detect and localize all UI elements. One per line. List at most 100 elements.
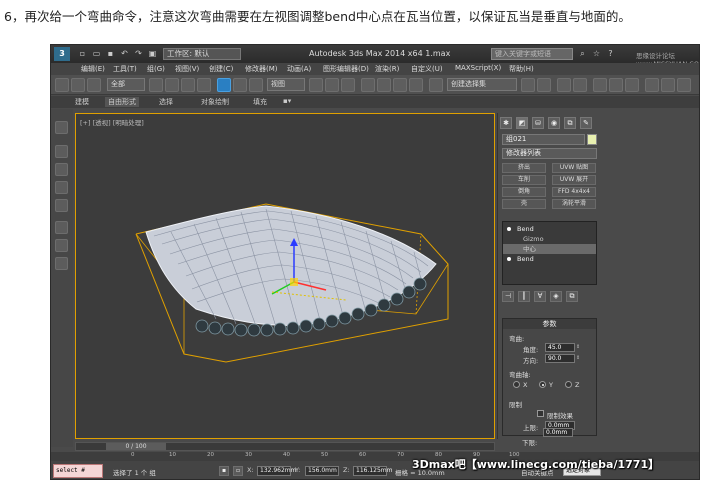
modifier-button-bevel[interactable]: 倒角	[502, 187, 546, 197]
modifier-list-dropdown[interactable]: 修改器列表	[502, 148, 597, 159]
app-logo[interactable]: 3	[54, 47, 70, 61]
time-slider-thumb[interactable]: 0 / 100	[106, 443, 166, 450]
select-object-icon[interactable]	[149, 78, 163, 92]
z-coordinate-field[interactable]: 116.125mm	[353, 466, 393, 476]
ribbon-tab-selection[interactable]: 选择	[159, 97, 173, 107]
axis-y-radio[interactable]	[539, 381, 546, 388]
ribbon-tab-modeling[interactable]: 建模	[75, 97, 89, 107]
keyboard-shortcut-icon[interactable]	[341, 78, 355, 92]
ribbon-options-icon[interactable]: ▪▾	[283, 97, 291, 105]
bind-spacewarp-icon[interactable]	[87, 78, 101, 92]
menu-graph-editors[interactable]: 图形编辑器(D)	[323, 64, 369, 74]
motion-tab-icon[interactable]: ◉	[548, 117, 560, 129]
rollout-title[interactable]: 参数	[503, 319, 596, 329]
angle-spinner[interactable]: 45.0	[545, 343, 575, 352]
stack-item-bend[interactable]: Bend	[503, 224, 596, 234]
search-input[interactable]: 键入关键字或短语	[491, 48, 573, 60]
ref-coord-dropdown[interactable]: 视图	[267, 78, 305, 91]
render-setup-icon[interactable]	[645, 78, 659, 92]
lower-limit-spinner[interactable]: 0.0mm	[543, 428, 573, 437]
stack-item-gizmo[interactable]: Gizmo	[503, 234, 596, 244]
perspective-viewport[interactable]: [+] [透视] [明暗处理]	[75, 113, 495, 439]
object-color-swatch[interactable]	[587, 134, 597, 145]
angle-snap-icon[interactable]	[377, 78, 391, 92]
open-file-icon[interactable]: ▭	[91, 48, 102, 59]
maxscript-listener[interactable]: select #($Line	[53, 464, 103, 478]
menu-maxscript[interactable]: MAXScript(X)	[455, 64, 501, 72]
rect-selection-icon[interactable]	[181, 78, 195, 92]
star-icon[interactable]: ☆	[591, 48, 602, 59]
ribbon-tab-freeform[interactable]: 自由形式	[105, 97, 139, 107]
stack-item-center[interactable]: 中心	[503, 244, 596, 254]
menu-tools[interactable]: 工具(T)	[113, 64, 137, 74]
menu-rendering[interactable]: 渲染(R)	[375, 64, 399, 74]
save-file-icon[interactable]: ▪	[105, 48, 116, 59]
modify-tab-icon[interactable]: ◩	[516, 117, 528, 129]
direction-spinner[interactable]: 90.0	[545, 354, 575, 363]
pin-stack-icon[interactable]: ⊣	[502, 291, 514, 302]
menu-create[interactable]: 创建(C)	[209, 64, 233, 74]
modifier-button-turbosmooth[interactable]: 涡轮平滑	[552, 199, 596, 209]
new-file-icon[interactable]: ▫	[77, 48, 88, 59]
scene-explorer-icon[interactable]	[55, 121, 68, 134]
render-production-icon[interactable]	[677, 78, 691, 92]
workspace-dropdown[interactable]: 工作区: 默认	[163, 48, 241, 60]
select-move-icon[interactable]	[217, 78, 231, 92]
utilities-tab-icon[interactable]: ✎	[580, 117, 592, 129]
modifier-button-shell[interactable]: 壳	[502, 199, 546, 209]
snap-toggle-icon[interactable]	[361, 78, 375, 92]
selection-filter-dropdown[interactable]: 全部	[107, 78, 145, 91]
menu-animation[interactable]: 动画(A)	[287, 64, 311, 74]
menu-modifiers[interactable]: 修改器(M)	[245, 64, 278, 74]
align-icon[interactable]	[537, 78, 551, 92]
curve-editor-icon[interactable]	[593, 78, 607, 92]
menu-edit[interactable]: 编辑(E)	[81, 64, 105, 74]
bent-tile-mesh[interactable]	[76, 114, 496, 440]
x-coordinate-field[interactable]: 132.962mm	[257, 466, 297, 476]
modifier-button-lathe[interactable]: 车削	[502, 175, 546, 185]
binoculars-icon[interactable]: ⌕	[577, 48, 588, 59]
modifier-on-icon[interactable]	[507, 227, 511, 231]
mirror-icon[interactable]	[521, 78, 535, 92]
select-manipulate-icon[interactable]	[325, 78, 339, 92]
display-tab-icon[interactable]: ⧉	[564, 117, 576, 129]
named-selection-dropdown[interactable]: 创建选择集	[447, 78, 517, 91]
edit-named-sets-icon[interactable]	[429, 78, 443, 92]
select-by-name-icon[interactable]	[165, 78, 179, 92]
spinner-arrows-icon[interactable]: ⇕	[576, 343, 581, 352]
remove-modifier-icon[interactable]: ◈	[550, 291, 562, 302]
menu-views[interactable]: 视图(V)	[175, 64, 199, 74]
make-unique-icon[interactable]: ∀	[534, 291, 546, 302]
menu-customize[interactable]: 自定义(U)	[411, 64, 443, 74]
ribbon-tab-object-paint[interactable]: 对象绘制	[201, 97, 229, 107]
object-name-field[interactable]: 组021	[502, 134, 585, 145]
absolute-mode-icon[interactable]: ▫	[233, 466, 243, 476]
layer-manager-icon[interactable]	[557, 78, 571, 92]
modifier-button-ffd[interactable]: FFD 4x4x4	[552, 187, 596, 197]
axis-x-radio[interactable]	[513, 381, 520, 388]
limit-effect-checkbox[interactable]	[537, 410, 544, 417]
create-tab-icon[interactable]: ✱	[500, 117, 512, 129]
hierarchy-tab-icon[interactable]: ⛁	[532, 117, 544, 129]
show-end-result-icon[interactable]: ┃	[518, 291, 530, 302]
modifier-button-uvw-map[interactable]: UVW 贴图	[552, 163, 596, 173]
select-children-icon[interactable]	[55, 221, 68, 234]
select-dependents-icon[interactable]	[55, 239, 68, 252]
display-children-icon[interactable]	[55, 181, 68, 194]
configure-sets-icon[interactable]: ⧉	[566, 291, 578, 302]
material-editor-icon[interactable]	[625, 78, 639, 92]
hold-icon[interactable]: ▣	[147, 48, 158, 59]
select-rotate-icon[interactable]	[233, 78, 247, 92]
ribbon-tab-populate[interactable]: 填充	[253, 97, 267, 107]
graphite-toggle-icon[interactable]	[573, 78, 587, 92]
window-crossing-icon[interactable]	[197, 78, 211, 92]
spinner-snap-icon[interactable]	[409, 78, 423, 92]
spinner-arrows-icon[interactable]: ⇕	[576, 354, 581, 363]
menu-group[interactable]: 组(G)	[147, 64, 165, 74]
display-dependents-icon[interactable]	[55, 199, 68, 212]
modifier-button-extrude[interactable]: 挤出	[502, 163, 546, 173]
help-icon[interactable]: ?	[605, 48, 616, 59]
display-none-icon[interactable]	[55, 145, 68, 158]
menu-help[interactable]: 帮助(H)	[509, 64, 534, 74]
lock-selection-icon[interactable]: ▪	[219, 466, 229, 476]
